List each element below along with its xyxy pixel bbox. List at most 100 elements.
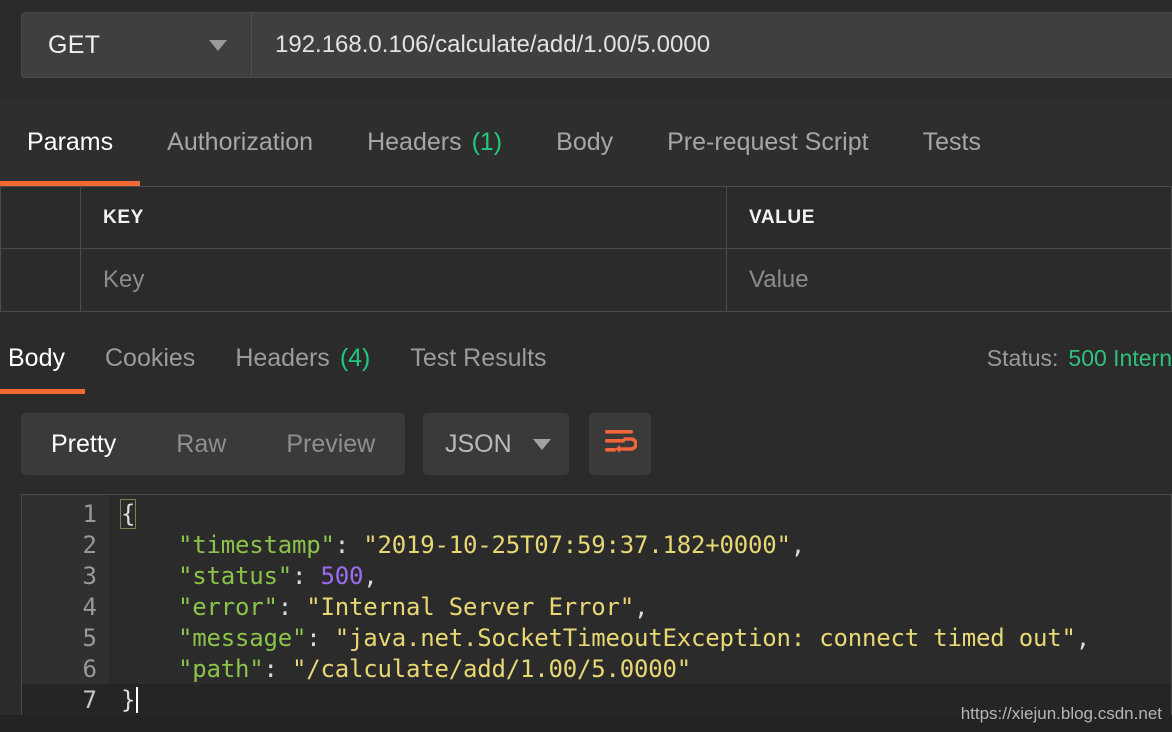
code-token: : bbox=[306, 623, 335, 652]
editor-gutter: 1234567 bbox=[22, 495, 127, 715]
params-key-placeholder: Key bbox=[103, 266, 145, 293]
code-token: "error" bbox=[178, 592, 278, 621]
code-line: "path": "/calculate/add/1.00/5.0000" bbox=[109, 653, 1171, 684]
line-number: 1 bbox=[22, 498, 127, 529]
code-token: 500 bbox=[320, 561, 364, 590]
params-key-header-label: KEY bbox=[103, 206, 144, 228]
response-body-toolbar: Pretty Raw Preview JSON bbox=[0, 394, 1172, 494]
request-tab-params[interactable]: Params bbox=[0, 99, 141, 186]
line-number: 3 bbox=[82, 561, 97, 590]
view-mode-segmented-control: Pretty Raw Preview bbox=[21, 413, 406, 475]
response-tab-test-results[interactable]: Test Results bbox=[390, 322, 566, 394]
chevron-down-icon bbox=[209, 39, 227, 51]
response-tab-bar: Body Cookies Headers (4) Test Results Status… bbox=[0, 322, 1172, 394]
response-tab-headers[interactable]: Headers (4) bbox=[215, 322, 390, 394]
line-number: 5 bbox=[82, 623, 97, 652]
code-token: "path" bbox=[178, 654, 264, 683]
line-number: 4 bbox=[82, 592, 97, 621]
request-tab-label: Body bbox=[556, 128, 614, 156]
code-line: "message": "java.net.SocketTimeoutExcept… bbox=[109, 622, 1171, 653]
text-cursor bbox=[136, 686, 139, 713]
request-tab-count: (1) bbox=[471, 128, 503, 156]
request-tab-label: Pre-request Script bbox=[667, 128, 869, 156]
code-line: "timestamp": "2019-10-25T07:59:37.182+00… bbox=[109, 529, 1171, 560]
code-token: , bbox=[1075, 623, 1090, 652]
word-wrap-icon bbox=[603, 427, 638, 462]
watermark: https://xiejun.blog.csdn.net bbox=[960, 704, 1162, 723]
request-tab-body[interactable]: Body bbox=[529, 99, 640, 186]
code-token: "timestamp" bbox=[178, 530, 335, 559]
request-tab-label: Params bbox=[27, 128, 114, 156]
code-token: "java.net.SocketTimeoutException: connec… bbox=[334, 623, 1076, 652]
view-mode-preview[interactable]: Preview bbox=[256, 413, 405, 475]
params-empty-row: Key Value bbox=[0, 249, 1172, 312]
request-tab-label: Authorization bbox=[167, 128, 314, 156]
view-mode-pretty[interactable]: Pretty bbox=[21, 413, 146, 475]
status-value: 500 Intern bbox=[1068, 344, 1172, 371]
response-tabs-group: Body Cookies Headers (4) Test Results bbox=[0, 322, 567, 394]
format-selector[interactable]: JSON bbox=[423, 413, 569, 475]
code-token: : bbox=[263, 654, 292, 683]
line-number: 7 bbox=[22, 684, 109, 715]
code-token: : bbox=[292, 561, 321, 590]
request-tab-label: Headers bbox=[367, 128, 462, 156]
response-tab-label: Body bbox=[8, 343, 65, 372]
code-token: "2019-10-25T07:59:37.182+0000" bbox=[363, 530, 791, 559]
params-row-checkbox[interactable] bbox=[0, 249, 81, 312]
code-token: : bbox=[277, 592, 307, 621]
line-number: 6 bbox=[82, 654, 97, 683]
url-bar-inner: GET 192.168.0.106/calculate/add/1.00/5.0… bbox=[21, 12, 1172, 78]
request-tab-bar: Params Authorization Headers (1) Body Pre-req… bbox=[0, 99, 1172, 186]
code-token: { bbox=[119, 498, 137, 529]
response-tab-label: Headers bbox=[235, 343, 330, 372]
params-header-value-cell: VALUE bbox=[727, 186, 1172, 249]
code-token: , bbox=[363, 561, 378, 590]
params-header-key-cell: KEY bbox=[81, 186, 727, 249]
chevron-down-icon bbox=[533, 438, 551, 450]
response-tab-label: Test Results bbox=[410, 343, 547, 372]
format-label: JSON bbox=[445, 429, 512, 458]
code-token: , bbox=[790, 530, 805, 559]
code-token: : bbox=[334, 530, 364, 559]
params-value-input[interactable]: Value bbox=[727, 249, 1172, 312]
params-value-placeholder: Value bbox=[749, 266, 809, 293]
params-header-checkbox-cell bbox=[0, 186, 81, 249]
request-tab-headers[interactable]: Headers (1) bbox=[340, 99, 529, 186]
code-token: , bbox=[633, 592, 649, 621]
request-tab-authorization[interactable]: Authorization bbox=[140, 99, 340, 186]
code-line: "error": "Internal Server Error", bbox=[109, 591, 1171, 622]
params-key-input[interactable]: Key bbox=[81, 249, 727, 312]
code-token: "Internal Server Error" bbox=[306, 592, 634, 621]
code-token: } bbox=[121, 685, 136, 714]
code-token: "/calculate/add/1.00/5.0000" bbox=[292, 654, 691, 683]
response-tab-body[interactable]: Body bbox=[0, 322, 85, 394]
request-tab-pre-request-script[interactable]: Pre-request Script bbox=[640, 99, 895, 186]
request-url-bar: GET 192.168.0.106/calculate/add/1.00/5.0… bbox=[0, 0, 1172, 99]
code-line: { bbox=[109, 498, 1171, 529]
word-wrap-button[interactable] bbox=[589, 413, 651, 475]
url-input[interactable]: 192.168.0.106/calculate/add/1.00/5.0000 bbox=[252, 13, 1172, 77]
http-method-selector[interactable]: GET bbox=[22, 13, 252, 77]
response-status: Status: 500 Intern bbox=[987, 322, 1172, 394]
request-tab-tests[interactable]: Tests bbox=[896, 99, 1008, 186]
http-method-label: GET bbox=[48, 30, 101, 59]
view-mode-raw[interactable]: Raw bbox=[146, 413, 256, 475]
response-tab-label: Cookies bbox=[104, 343, 196, 372]
line-number: 2 bbox=[82, 530, 97, 559]
code-line: "status": 500, bbox=[109, 560, 1171, 591]
code-token: "status" bbox=[178, 561, 292, 590]
url-text: 192.168.0.106/calculate/add/1.00/5.0000 bbox=[275, 31, 711, 58]
params-table: KEY VALUE Key Value bbox=[0, 186, 1172, 322]
code-token: "message" bbox=[178, 623, 307, 652]
response-tab-count: (4) bbox=[339, 343, 371, 372]
postman-window: GET 192.168.0.106/calculate/add/1.00/5.0… bbox=[0, 0, 1172, 732]
response-tab-cookies[interactable]: Cookies bbox=[85, 322, 215, 394]
response-body-editor[interactable]: 1234567 { "timestamp": "2019-10-25T07:59… bbox=[21, 494, 1172, 715]
editor-code-area[interactable]: { "timestamp": "2019-10-25T07:59:37.182+… bbox=[109, 495, 1171, 715]
status-label: Status: bbox=[986, 344, 1059, 371]
